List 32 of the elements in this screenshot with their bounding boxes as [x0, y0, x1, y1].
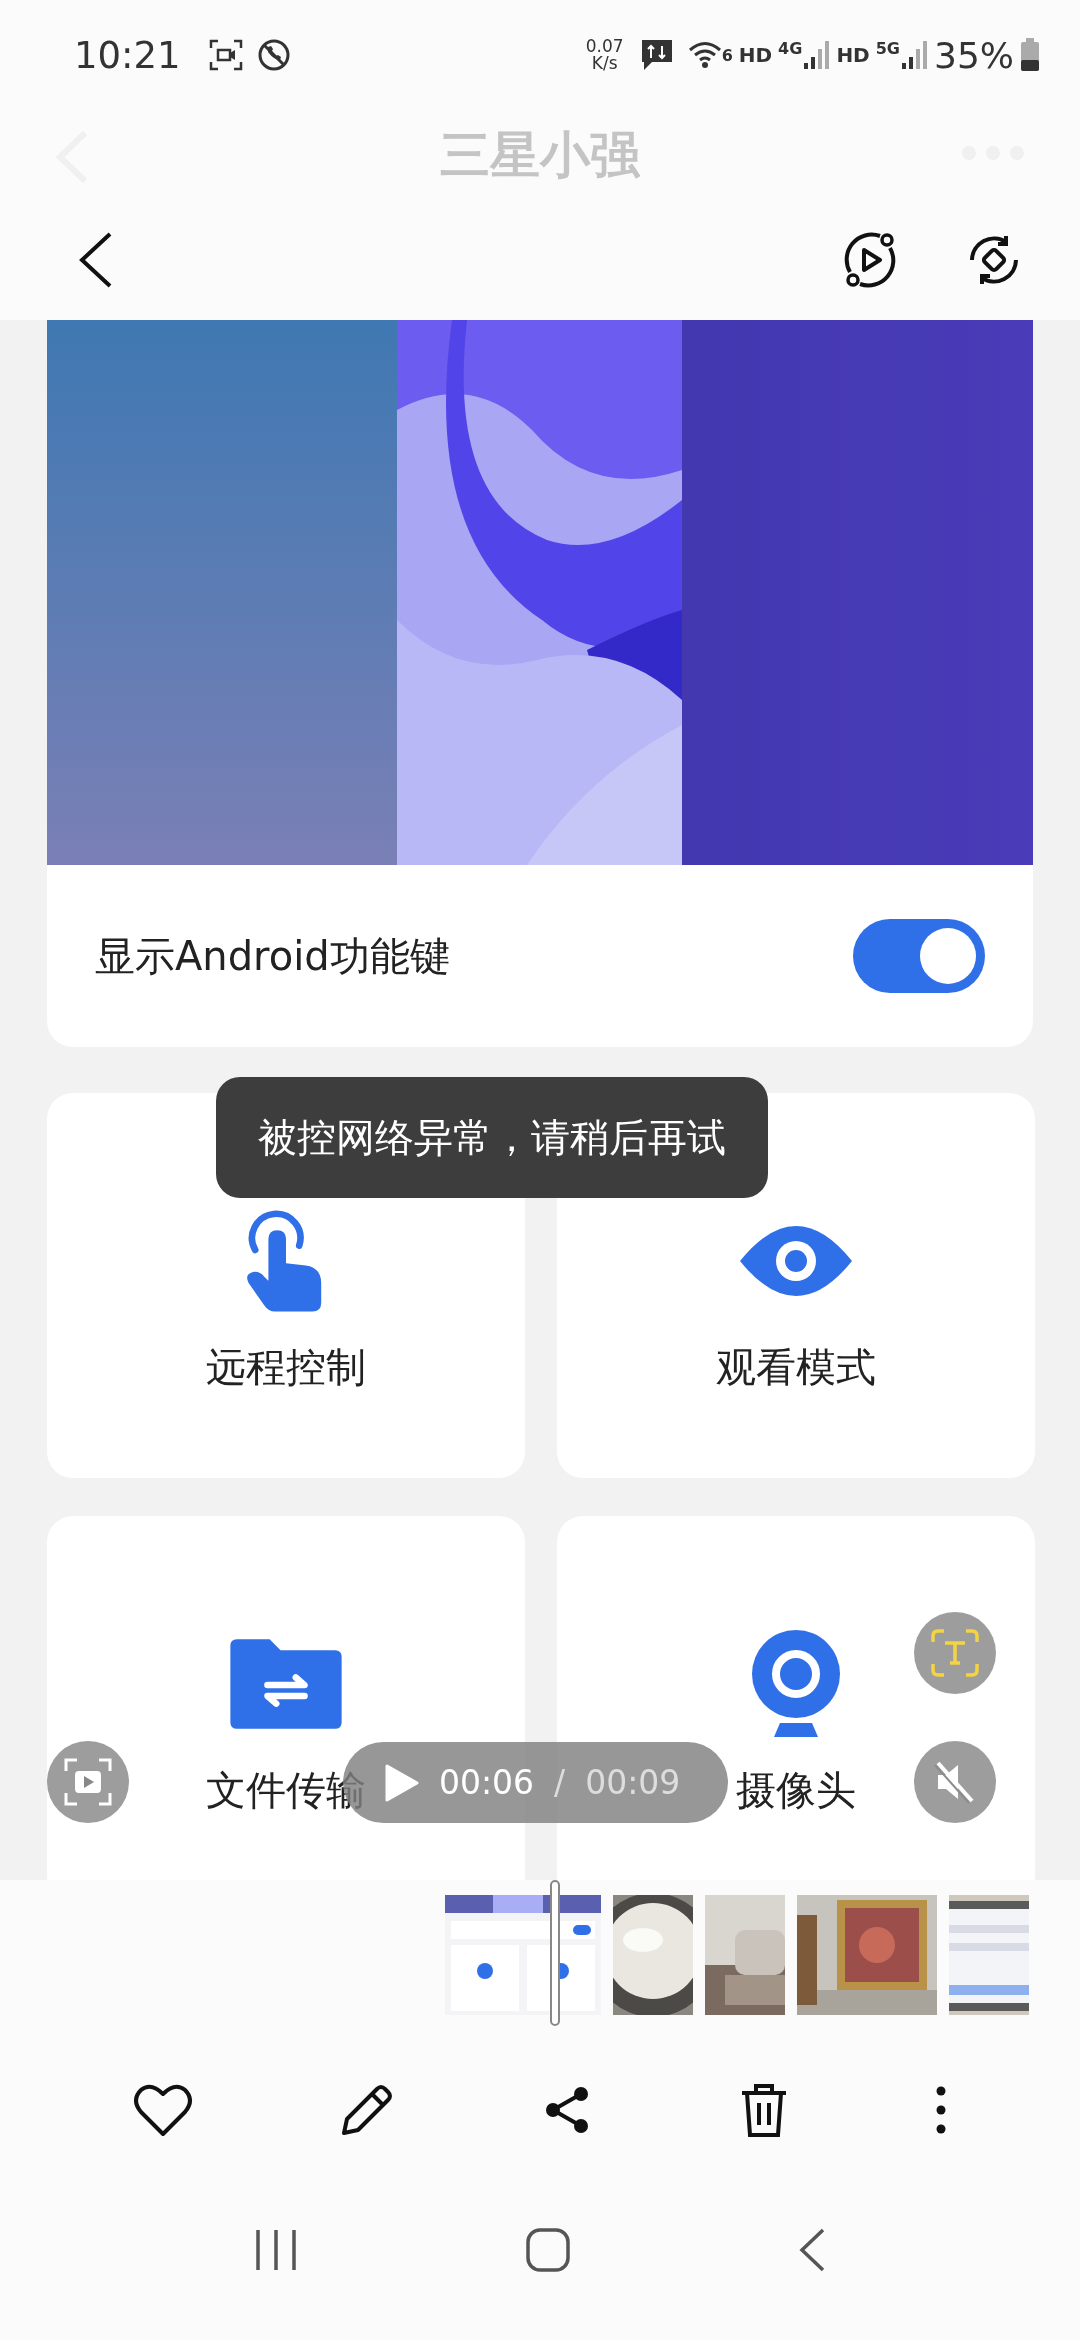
back-icon [797, 2227, 827, 2273]
back-icon [78, 231, 114, 289]
recent-apps-icon [253, 2228, 299, 2272]
signal-icon [900, 39, 928, 71]
screen-record-icon [208, 39, 243, 71]
home-icon [525, 2227, 571, 2273]
hd-label: HD [738, 43, 773, 67]
data-transfer-icon [639, 38, 674, 72]
scrub-handle[interactable] [550, 1880, 560, 2026]
wifi-band-label: 6 [721, 45, 733, 65]
toggle-label: 显示Android功能键 [95, 931, 451, 981]
heart-icon [132, 2082, 193, 2138]
text-scan-icon [930, 1628, 980, 1678]
clock: 10:21 [74, 33, 181, 77]
hd-label: HD [836, 43, 870, 67]
blocked-call-icon [256, 38, 291, 72]
network-type: 5G [875, 39, 900, 58]
total-time: 00:09 [585, 1763, 681, 1802]
tile-label: 摄像头 [736, 1766, 856, 1815]
play-icon [383, 1762, 419, 1803]
network-speed: 0.07 K/s [585, 38, 624, 72]
signal-icon [802, 39, 831, 71]
video-capture-icon [63, 1757, 113, 1807]
more-icon [935, 2085, 948, 2135]
time-separator: / [554, 1763, 566, 1802]
network-error-toast: 被控网络异常，请稍后再试 [216, 1077, 768, 1198]
battery-level: 35% [934, 34, 1014, 76]
tile-label: 观看模式 [716, 1343, 876, 1392]
tile-label: 远程控制 [206, 1343, 366, 1392]
network-type: 4G [778, 39, 803, 58]
battery-icon [1020, 38, 1040, 72]
wifi-icon [687, 40, 722, 70]
